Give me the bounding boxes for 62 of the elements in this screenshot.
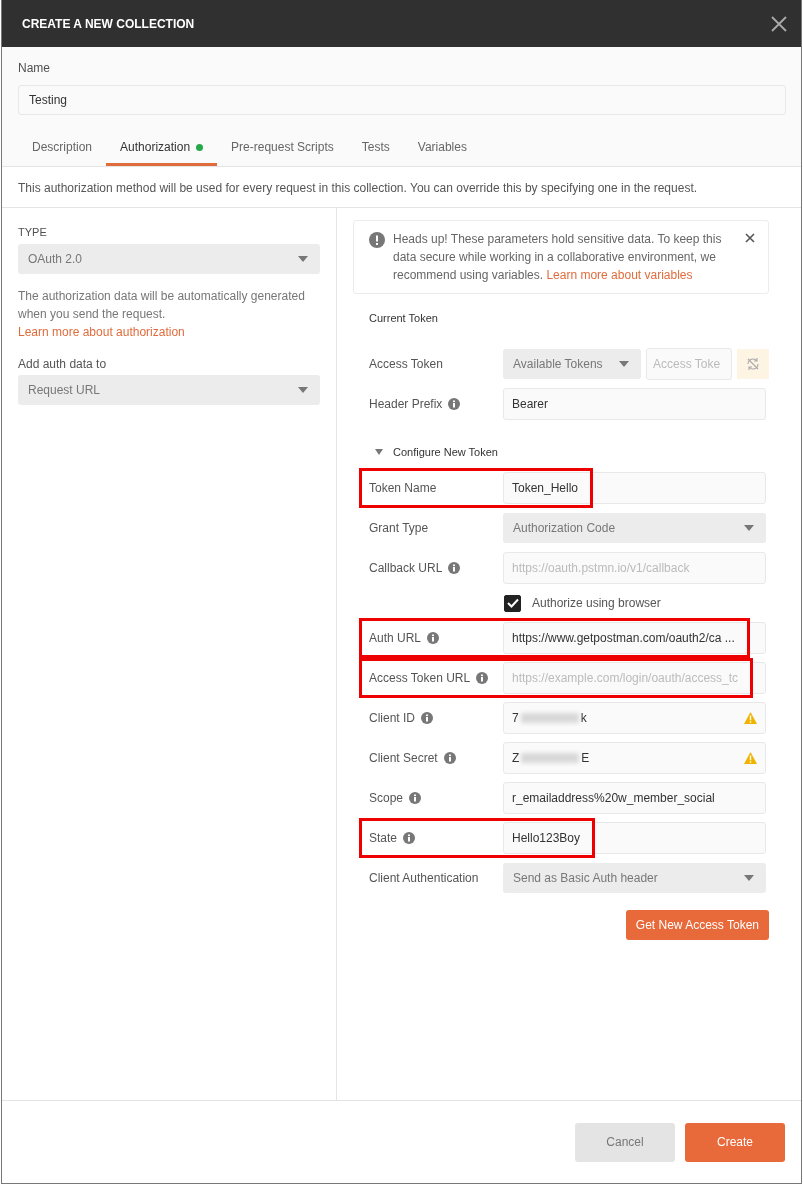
field-label: Header Prefix [369,395,443,413]
text-field[interactable]: https://oauth.pstmn.io/v1/callback [503,552,766,584]
description-text: This authorization method will be used for every request in this collection. You can override this by specifying one in the request. [18,181,699,195]
cancel-button[interactable]: Cancel [575,1122,675,1162]
field-label: Client Authentication [369,869,479,887]
learn-more-link[interactable]: Learn more about authorization [18,325,185,339]
type-dropdown[interactable]: OAuth 2.0 [18,244,320,274]
field-label: Token Name [369,479,437,497]
field-label: Client Secret [369,749,438,767]
tab[interactable]: Description [18,129,107,166]
field-label: Callback URL [369,559,443,577]
auth-location-dropdown[interactable]: Request URL [18,375,320,405]
exclamation-icon [369,232,385,248]
checkbox-label: Authorize using browser [532,596,661,610]
get-token-button[interactable]: Get New Access Token [625,910,769,940]
checkbox[interactable] [504,594,521,612]
field-label: Auth URL [369,629,422,647]
field-label: Grant Type [369,519,429,537]
tokens-dropdown[interactable]: Available Tokens [503,349,641,379]
dropdown[interactable]: Authorization Code [503,513,766,543]
caret-icon [298,387,308,393]
caret-icon [619,361,629,367]
text-field[interactable]: 7 k [503,702,766,734]
field-label: Name [18,61,51,75]
redacted-blur [521,753,580,763]
field-label: Access Token [369,355,443,373]
alert-text: Heads up! These parameters hold sensitive data. To keep this data secure while working in a collaborative environment, we recommend using variables. Learn more about variables [393,231,723,284]
text-field[interactable]: Z E [503,742,766,774]
close-icon [745,233,755,243]
access-token-field[interactable]: Access Toke [646,348,732,380]
field-label: Scope [369,789,404,807]
close-icon [771,15,787,32]
create-button[interactable]: Create [685,1122,785,1162]
caret-icon [744,525,754,531]
window-title: CREATE A NEW COLLECTION [22,16,195,31]
field-label: State [369,829,398,847]
field-label: Access Token URL [369,669,471,687]
tab[interactable]: Pre-request Scripts [217,129,348,166]
caret-icon [744,875,754,881]
text-field[interactable]: Hello123Boy [503,822,766,854]
close-button[interactable] [771,15,787,32]
tab[interactable]: Variables [403,129,481,166]
check-icon [506,598,519,608]
text-field[interactable]: https://www.getpostman.com/oauth2/ca ... [503,622,766,654]
section-title: Configure New Token [393,446,498,458]
tab[interactable]: Authorization [106,129,218,166]
name-field[interactable]: Testing [18,85,786,115]
text-field[interactable]: https://example.com/login/oauth/access_tc [503,662,766,694]
section-title: Current Token [369,312,439,324]
field-label: Client ID [369,709,415,727]
text-field[interactable]: Bearer [503,388,766,420]
text-field[interactable]: Token_Hello [503,472,766,504]
redacted-blur [520,713,579,723]
sync-icon [746,357,760,371]
text-field[interactable]: r_emailaddress%20w_member_social [503,782,766,814]
section-label: TYPE [18,226,48,238]
field-label: Add auth data to [18,357,108,371]
tab[interactable]: Tests [347,129,404,166]
help-text: The authorization data will be automatically generated when you send the request. Learn more about authorization [18,288,306,341]
dropdown[interactable]: Send as Basic Auth header [503,863,766,893]
caret-icon [298,256,308,262]
learn-more-link[interactable]: Learn more about variables [546,268,693,282]
